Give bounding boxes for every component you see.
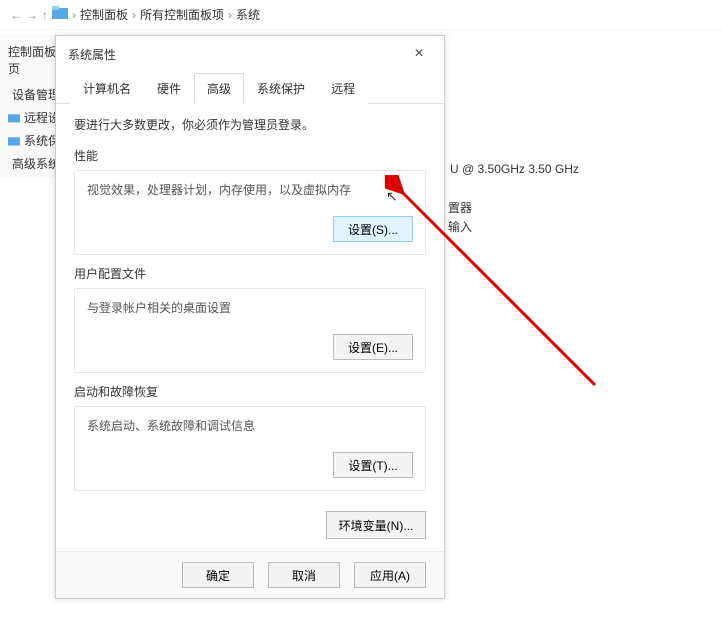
group-performance: 性能 视觉效果，处理器计划，内存使用，以及虚拟内存 设置(S)... xyxy=(74,147,426,255)
breadcrumb: ← → ↑ › 控制面板 › 所有控制面板项 › 系统 xyxy=(0,0,722,30)
group-desc: 系统启动、系统故障和调试信息 xyxy=(87,417,413,434)
tab-advanced[interactable]: 高级 xyxy=(194,73,244,104)
nav-fwd-icon[interactable]: → xyxy=(26,8,38,22)
cancel-button[interactable]: 取消 xyxy=(268,562,340,588)
group-title: 性能 xyxy=(74,147,426,164)
group-title: 启动和故障恢复 xyxy=(74,383,426,400)
tab-protection[interactable]: 系统保护 xyxy=(244,73,318,104)
dialog-footer: 确定 取消 应用(A) xyxy=(56,551,444,598)
dialog-title: 系统属性 xyxy=(68,46,116,63)
profile-settings-button[interactable]: 设置(E)... xyxy=(333,334,413,360)
group-title: 用户配置文件 xyxy=(74,265,426,282)
group-desc: 视觉效果，处理器计划，内存使用，以及虚拟内存 xyxy=(87,181,413,198)
tab-hardware[interactable]: 硬件 xyxy=(144,73,194,104)
folder-icon xyxy=(52,6,68,23)
crumb-1[interactable]: 控制面板 xyxy=(80,6,128,23)
crumb-2[interactable]: 所有控制面板项 xyxy=(140,6,224,23)
nav-up-icon[interactable]: ↑ xyxy=(42,8,48,22)
ok-button[interactable]: 确定 xyxy=(182,562,254,588)
nav-back-icon[interactable]: ← xyxy=(10,8,22,22)
close-icon[interactable]: × xyxy=(406,44,432,64)
group-desc: 与登录帐户相关的桌面设置 xyxy=(87,299,413,316)
startup-settings-button[interactable]: 设置(T)... xyxy=(333,452,413,478)
dialog-titlebar: 系统属性 × xyxy=(56,36,444,72)
crumb-3[interactable]: 系统 xyxy=(236,6,260,23)
system-properties-dialog: 系统属性 × 计算机名 硬件 高级 系统保护 远程 要进行大多数更改，你必须作为… xyxy=(55,35,445,599)
admin-note: 要进行大多数更改，你必须作为管理员登录。 xyxy=(74,116,426,133)
environment-variables-button[interactable]: 环境变量(N)... xyxy=(326,511,426,539)
tab-remote[interactable]: 远程 xyxy=(318,73,368,104)
cpu-info: U @ 3.50GHz 3.50 GHz xyxy=(450,162,579,176)
chevron-icon: › xyxy=(132,8,136,22)
tab-computer-name[interactable]: 计算机名 xyxy=(70,73,144,104)
bg-text: 输入 xyxy=(448,218,472,235)
chevron-icon: › xyxy=(72,8,76,22)
group-startup: 启动和故障恢复 系统启动、系统故障和调试信息 设置(T)... xyxy=(74,383,426,491)
performance-settings-button[interactable]: 设置(S)... xyxy=(333,216,413,242)
tab-strip: 计算机名 硬件 高级 系统保护 远程 xyxy=(56,72,444,104)
group-user-profile: 用户配置文件 与登录帐户相关的桌面设置 设置(E)... xyxy=(74,265,426,373)
chevron-icon: › xyxy=(228,8,232,22)
bg-text: 置器 xyxy=(448,199,472,216)
apply-button[interactable]: 应用(A) xyxy=(354,562,426,588)
